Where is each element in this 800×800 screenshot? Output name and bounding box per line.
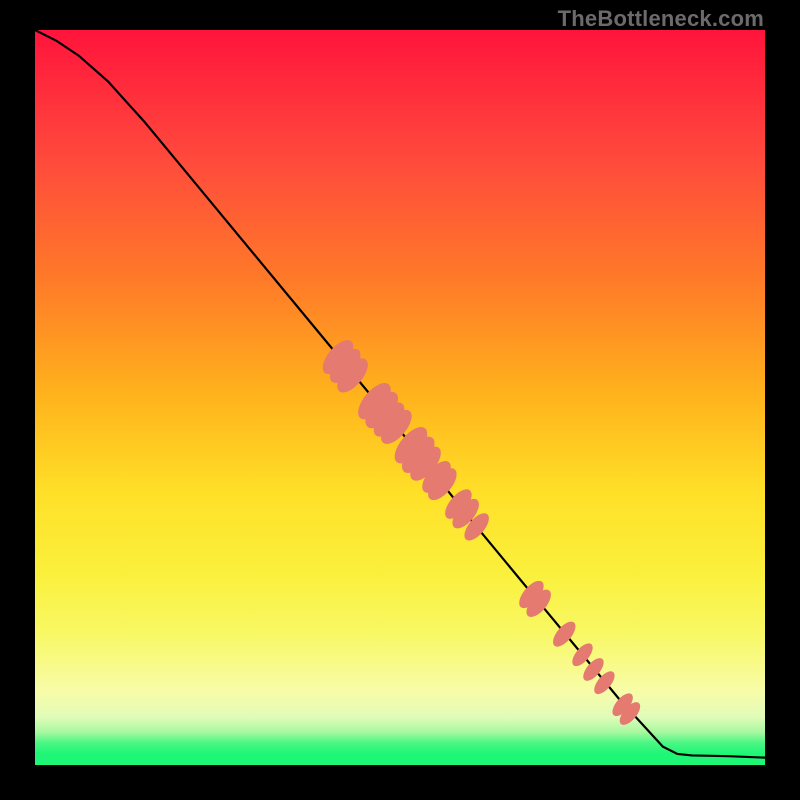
plot-area xyxy=(35,30,765,765)
chart-stage: TheBottleneck.com xyxy=(0,0,800,800)
bottleneck-curve xyxy=(35,30,765,765)
watermark-text: TheBottleneck.com xyxy=(558,6,764,32)
curve-path xyxy=(35,30,765,758)
scatter-points xyxy=(317,335,644,728)
